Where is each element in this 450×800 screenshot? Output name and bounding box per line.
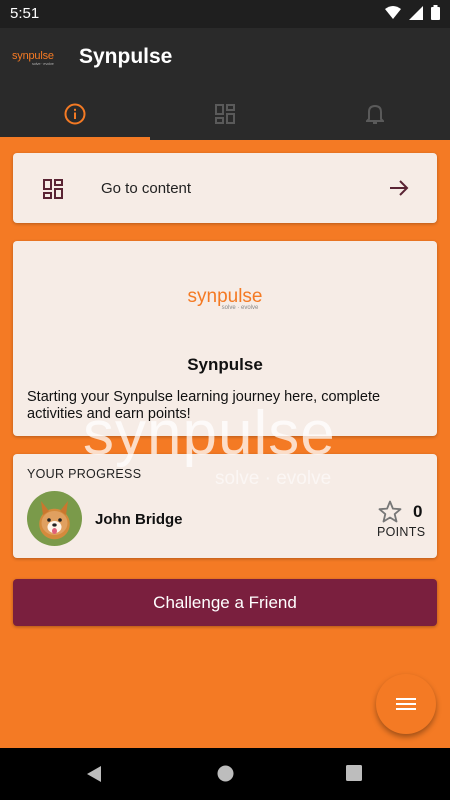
dashboard-icon [215,104,235,124]
tab-content[interactable] [150,88,300,140]
tab-notifications[interactable] [300,88,450,140]
status-icons [385,5,440,20]
about-card: synpulse solve · evolve Synpulse Startin… [13,241,437,436]
go-to-content-card[interactable]: Go to content [13,153,437,223]
points-value: 0 [413,502,423,521]
recents-icon[interactable] [346,765,362,781]
system-nav-bar [0,748,450,800]
watermark-tagline: solve · evolve [215,468,332,489]
back-icon[interactable] [86,765,102,783]
points-label: POINTS [377,525,426,539]
challenge-friend-button[interactable]: Challenge a Friend [13,579,437,626]
battery-icon [431,5,440,20]
app-bar: synpulse solve · evolve Synpulse [0,28,450,88]
wifi-icon [385,5,401,19]
status-time: 5:51 [10,5,40,22]
menu-fab[interactable] [376,674,436,734]
menu-icon [396,698,416,710]
go-to-content-label: Go to content [101,180,192,197]
tab-info[interactable] [0,88,150,140]
app-title: Synpulse [79,45,173,68]
about-heading: Synpulse [187,355,263,374]
brand-tagline: solve · evolve [221,305,259,311]
home-icon[interactable] [217,765,234,782]
star-icon [378,500,402,523]
app-logo-tagline: solve · evolve [32,61,54,66]
status-bar: 5:51 [0,0,450,28]
about-description: Starting your Synpulse learning journey … [27,389,381,422]
bell-icon [366,104,384,124]
progress-label: YOUR PROGRESS [27,467,142,481]
arrow-right-icon [390,180,409,196]
avatar[interactable] [27,491,82,546]
info-icon [64,103,86,125]
user-name: John Bridge [95,511,183,528]
app-logo: synpulse solve · evolve [12,50,54,66]
tab-bar [0,88,450,140]
signal-icon [409,5,423,20]
dog-avatar-icon [41,501,68,535]
dashboard-icon [43,179,63,199]
